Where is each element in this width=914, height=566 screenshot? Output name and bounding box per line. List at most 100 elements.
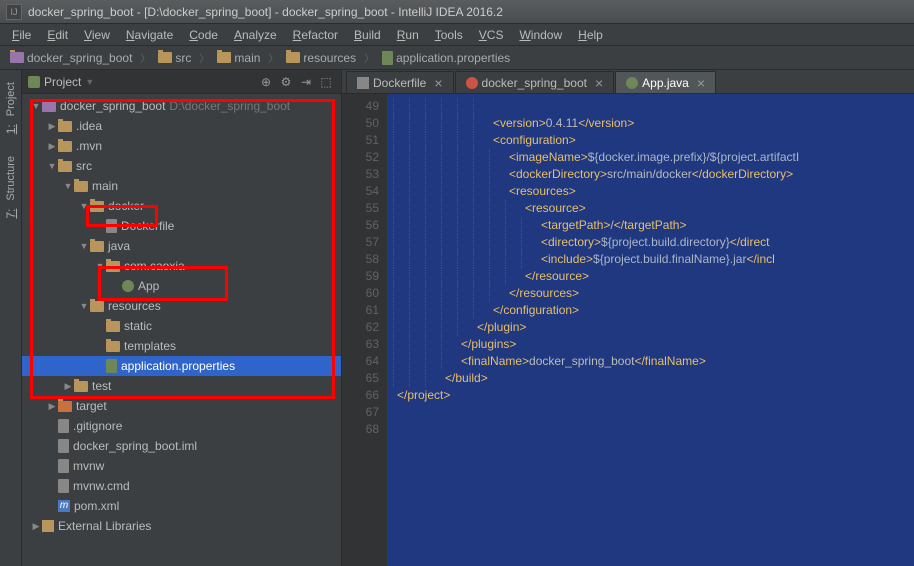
- panel-title: Project ▼: [28, 75, 251, 89]
- tree-item[interactable]: docker_spring_boot.iml: [22, 436, 341, 456]
- tree-label: pom.xml: [74, 499, 119, 513]
- tree-item[interactable]: Dockerfile: [22, 216, 341, 236]
- java-icon: [122, 280, 134, 292]
- menu-file[interactable]: File: [4, 26, 39, 44]
- menu-run[interactable]: Run: [389, 26, 427, 44]
- menu-edit[interactable]: Edit: [39, 26, 76, 44]
- code-editor[interactable]: 4950515253545556575859606162636465666768…: [342, 94, 914, 566]
- expand-arrow[interactable]: ▼: [46, 161, 58, 171]
- code-line[interactable]: </plugin>: [393, 319, 914, 336]
- menu-navigate[interactable]: Navigate: [118, 26, 181, 44]
- expand-arrow[interactable]: ▼: [62, 181, 74, 191]
- tree-item[interactable]: ▶ External Libraries: [22, 516, 341, 536]
- tree-item[interactable]: ▶target: [22, 396, 341, 416]
- expand-arrow[interactable]: ▶: [30, 521, 42, 532]
- code-line[interactable]: <directory>${project.build.directory}</d…: [393, 234, 914, 251]
- close-icon[interactable]: ×: [595, 75, 603, 91]
- titlebar: IJ docker_spring_boot - [D:\docker_sprin…: [0, 0, 914, 24]
- expand-arrow[interactable]: ▶: [46, 121, 58, 132]
- menu-view[interactable]: View: [76, 26, 118, 44]
- editor-tab[interactable]: docker_spring_boot×: [455, 71, 615, 93]
- tree-label: External Libraries: [58, 519, 151, 533]
- close-icon[interactable]: ×: [434, 75, 442, 91]
- tree-item[interactable]: mvnw.cmd: [22, 476, 341, 496]
- editor-tab[interactable]: App.java×: [615, 71, 716, 93]
- sidetab-project[interactable]: 1: Project: [3, 78, 19, 140]
- tree-item[interactable]: ▶test: [22, 376, 341, 396]
- code-line[interactable]: <version>0.4.11</version>: [393, 115, 914, 132]
- breadcrumb-item[interactable]: src: [154, 50, 195, 66]
- expand-arrow[interactable]: ▶: [46, 401, 58, 412]
- menu-vcs[interactable]: VCS: [471, 26, 512, 44]
- tree-item[interactable]: ▶.mvn: [22, 136, 341, 156]
- tree-item[interactable]: mvnw: [22, 456, 341, 476]
- tree-item[interactable]: ▼ com.caoxia: [22, 256, 341, 276]
- folder-icon: [58, 141, 72, 152]
- menu-tools[interactable]: Tools: [427, 26, 471, 44]
- breadcrumb-item[interactable]: application.properties: [378, 50, 514, 66]
- tree-item[interactable]: ▼main: [22, 176, 341, 196]
- breadcrumb-item[interactable]: docker_spring_boot: [6, 50, 136, 66]
- breadcrumb-item[interactable]: resources: [282, 50, 360, 66]
- code-line[interactable]: <configuration>: [393, 132, 914, 149]
- code-line[interactable]: </project>: [393, 387, 914, 404]
- folder-icon: [106, 321, 120, 332]
- tree-item[interactable]: .gitignore: [22, 416, 341, 436]
- folder-icon: [58, 121, 72, 132]
- tree-item[interactable]: templates: [22, 336, 341, 356]
- tree-item[interactable]: mpom.xml: [22, 496, 341, 516]
- menu-analyze[interactable]: Analyze: [226, 26, 285, 44]
- menu-code[interactable]: Code: [181, 26, 226, 44]
- code-line[interactable]: <targetPath>/</targetPath>: [393, 217, 914, 234]
- expand-arrow[interactable]: ▶: [62, 381, 74, 392]
- code-line[interactable]: <imageName>${docker.image.prefix}/${proj…: [393, 149, 914, 166]
- code-line[interactable]: <resources>: [393, 183, 914, 200]
- menu-build[interactable]: Build: [346, 26, 389, 44]
- tree-label: src: [76, 159, 92, 173]
- code-line[interactable]: </plugins>: [393, 336, 914, 353]
- tree-label: com.caoxia: [124, 259, 185, 273]
- code-line[interactable]: </build>: [393, 370, 914, 387]
- collapse-icon[interactable]: ⇥: [297, 73, 315, 91]
- tree-item[interactable]: static: [22, 316, 341, 336]
- code-line[interactable]: <resource>: [393, 200, 914, 217]
- menu-help[interactable]: Help: [570, 26, 611, 44]
- tree-item[interactable]: application.properties: [22, 356, 341, 376]
- expand-arrow[interactable]: ▼: [94, 261, 106, 271]
- tree-item[interactable]: App: [22, 276, 341, 296]
- code-line[interactable]: <finalName>docker_spring_boot</finalName…: [393, 353, 914, 370]
- code-line[interactable]: <include>${project.build.finalName}.jar<…: [393, 251, 914, 268]
- code-line[interactable]: </resources>: [393, 285, 914, 302]
- editor-tab[interactable]: Dockerfile×: [346, 71, 454, 93]
- line-number: 51: [342, 132, 379, 149]
- properties-icon: [106, 359, 117, 373]
- code-line[interactable]: <dockerDirectory>src/main/docker</docker…: [393, 166, 914, 183]
- menu-window[interactable]: Window: [511, 26, 570, 44]
- close-icon[interactable]: ×: [697, 75, 705, 91]
- tree-item[interactable]: ▼resources: [22, 296, 341, 316]
- target-icon[interactable]: ⊕: [257, 73, 275, 91]
- code-line[interactable]: [393, 98, 914, 115]
- breadcrumb-sep: 〉: [364, 50, 374, 65]
- code-line[interactable]: </resource>: [393, 268, 914, 285]
- code-content[interactable]: <version>0.4.11</version><configuration>…: [387, 94, 914, 566]
- folder-icon: [90, 201, 104, 212]
- expand-arrow[interactable]: ▼: [30, 101, 42, 111]
- tree-item[interactable]: ▼java: [22, 236, 341, 256]
- tree-item[interactable]: ▼docker: [22, 196, 341, 216]
- breadcrumb-item[interactable]: main: [213, 50, 264, 66]
- expand-arrow[interactable]: ▼: [78, 241, 90, 251]
- menu-refactor[interactable]: Refactor: [285, 26, 346, 44]
- tree-item[interactable]: ▼docker_spring_bootD:\docker_spring_boot: [22, 96, 341, 116]
- sidetab-structure[interactable]: 7: Structure: [3, 152, 19, 225]
- chevron-down-icon[interactable]: ▼: [85, 77, 94, 87]
- expand-arrow[interactable]: ▶: [46, 141, 58, 152]
- tree-item[interactable]: ▶.idea: [22, 116, 341, 136]
- code-line[interactable]: </configuration>: [393, 302, 914, 319]
- expand-arrow[interactable]: ▼: [78, 201, 90, 211]
- folder-icon: [74, 381, 88, 392]
- tree-item[interactable]: ▼ src: [22, 156, 341, 176]
- expand-arrow[interactable]: ▼: [78, 301, 90, 311]
- gear-icon[interactable]: ⚙: [277, 73, 295, 91]
- hide-icon[interactable]: ⬚: [317, 73, 335, 91]
